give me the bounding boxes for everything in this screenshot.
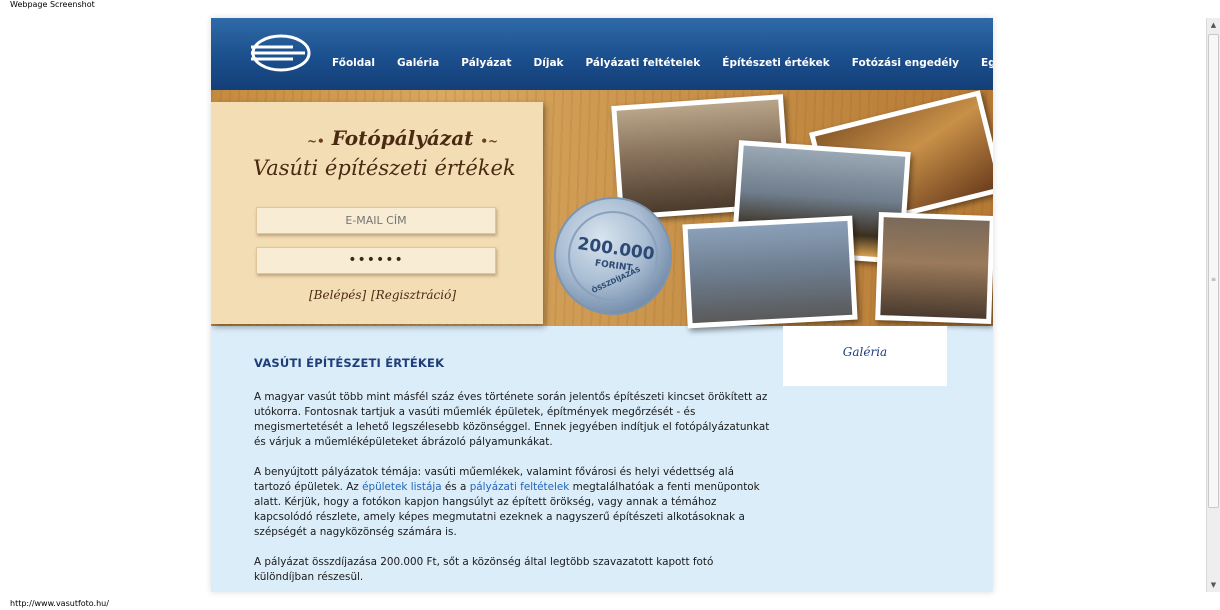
flourish-right-icon: •~ [480, 134, 499, 148]
nav-item-galeria[interactable]: Galéria [397, 57, 439, 69]
web-page: Főoldal Galéria Pályázat Díjak Pályázati… [211, 18, 993, 592]
register-link[interactable]: [Regisztráció] [371, 288, 456, 302]
flourish-left-icon: ~• [307, 134, 325, 148]
scroll-down-icon[interactable]: ▼ [1207, 578, 1220, 592]
scroll-up-icon[interactable]: ▲ [1207, 18, 1220, 32]
prize-seal: 200.000 FORINT ÖSSZDÍJAZÁS [554, 197, 672, 315]
hero-subtitle: Vasúti építészeti értékek [253, 156, 516, 180]
hero-banner: ~• Fotópályázat •~ Vasúti építészeti ért… [211, 90, 993, 329]
nav-item-palyazat[interactable]: Pályázat [461, 57, 511, 69]
nav-item-fooldal[interactable]: Főoldal [332, 57, 375, 69]
main-content: VASÚTI ÉPÍTÉSZETI ÉRTÉKEK A magyar vasút… [254, 356, 774, 592]
vertical-scrollbar[interactable]: ▲ ≡ ▼ [1206, 18, 1220, 592]
nav-item-fotozasi-engedely[interactable]: Fotózási engedély [852, 57, 959, 69]
nav-item-egyuttmukodes[interactable]: Együttműködés [981, 57, 993, 69]
paragraph-topic: A benyújtott pályázatok témája: vasúti m… [254, 465, 774, 540]
paragraph-topic-text-2: és a [441, 481, 470, 493]
login-link[interactable]: [Belépés] [309, 288, 366, 302]
content-title: VASÚTI ÉPÍTÉSZETI ÉRTÉKEK [254, 356, 445, 370]
email-field[interactable] [256, 207, 496, 234]
photo-station-platform [875, 212, 993, 324]
buildings-list-link[interactable]: épületek listája [362, 481, 442, 493]
gallery-widget[interactable]: Galéria [783, 326, 947, 386]
scroll-thumb[interactable]: ≡ [1208, 34, 1219, 508]
conditions-link[interactable]: pályázati feltételek [470, 481, 570, 493]
window-caption: Webpage Screenshot [10, 0, 95, 9]
gallery-label[interactable]: Galéria [783, 345, 947, 359]
nav-item-dijak[interactable]: Díjak [534, 57, 564, 69]
paragraph-prize: A pályázat összdíjazása 200.000 Ft, sőt … [254, 556, 714, 583]
top-navigation: Főoldal Galéria Pályázat Díjak Pályázati… [211, 18, 993, 90]
nav-menu: Főoldal Galéria Pályázat Díjak Pályázati… [332, 57, 993, 69]
status-bar-url: http://www.vasutfoto.hu/ [10, 599, 109, 608]
scroll-grip-icon: ≡ [1211, 276, 1217, 283]
hero-title: ~• Fotópályázat •~ [307, 126, 498, 150]
password-field[interactable]: •••••• [256, 247, 496, 274]
nav-item-epiteszeti-ertekek[interactable]: Építészeti értékek [722, 57, 829, 69]
login-paper: ~• Fotópályázat •~ Vasúti építészeti ért… [211, 102, 543, 324]
nav-item-palyazati-feltetelek[interactable]: Pályázati feltételek [586, 57, 701, 69]
paragraph-intro: A magyar vasút több mint másfél száz éve… [254, 391, 770, 448]
photo-station-square [682, 215, 858, 329]
mav-logo-icon[interactable] [249, 33, 313, 73]
hero-title-text: Fotópályázat [331, 126, 474, 150]
